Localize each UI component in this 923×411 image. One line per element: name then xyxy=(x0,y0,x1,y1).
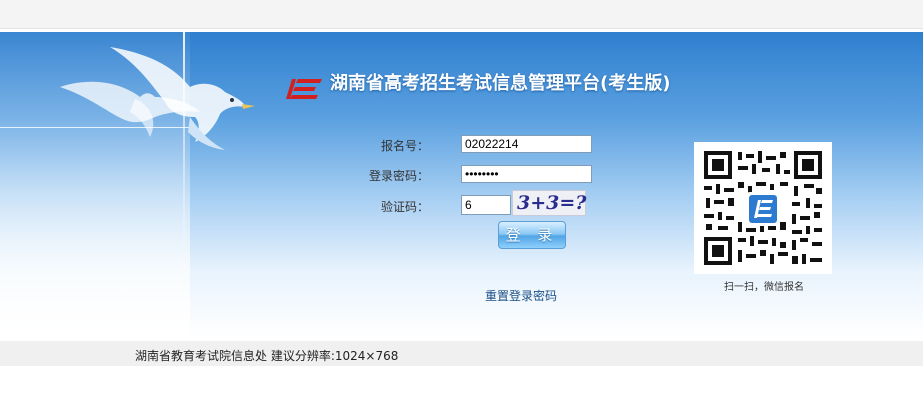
qr-caption: 扫一扫，微信报名 xyxy=(724,282,804,293)
login-button[interactable]: 登 录 xyxy=(498,221,566,249)
registration-number-input[interactable] xyxy=(461,135,592,153)
footer-bar: 湖南省教育考试院信息处 建议分辨率:1024×768 xyxy=(0,341,923,366)
wechat-qr-code xyxy=(694,142,832,274)
top-bar xyxy=(0,0,923,29)
login-banner: 湖南省高考招生考试信息管理平台(考生版) 报名号： 登录密码： 验证码： 3+3… xyxy=(0,32,923,338)
registration-number-label: 报名号： xyxy=(380,139,429,153)
seagull-illustration xyxy=(60,47,255,150)
captcha-input[interactable] xyxy=(461,195,511,215)
password-input[interactable] xyxy=(461,165,592,183)
page-title: 湖南省高考招生考试信息管理平台(考生版) xyxy=(330,73,671,94)
reset-password-link[interactable]: 重置登录密码 xyxy=(485,287,557,304)
hunan-exam-logo-icon xyxy=(286,79,322,99)
password-label: 登录密码： xyxy=(368,169,429,183)
captcha-image[interactable]: 3+3=? xyxy=(512,190,586,216)
captcha-label: 验证码： xyxy=(380,200,429,214)
footer-text: 湖南省教育考试院信息处 建议分辨率:1024×768 xyxy=(135,349,399,363)
